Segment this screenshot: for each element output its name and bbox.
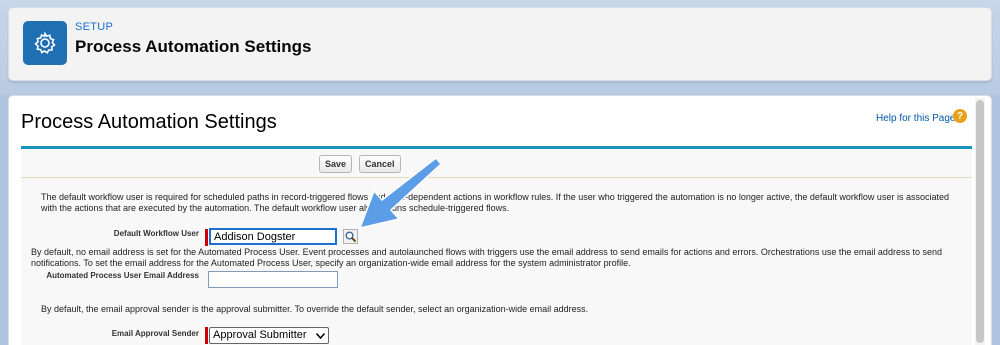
automated-process-user-description: By default, no email address is set for … xyxy=(31,247,942,268)
scrollbar[interactable] xyxy=(975,98,985,345)
save-button[interactable]: Save xyxy=(319,155,353,173)
settings-block: Save Cancel The default workflow user is… xyxy=(21,146,972,345)
email-approval-sender-value: Approval Submitter xyxy=(213,329,307,341)
scrollbar-thumb[interactable] xyxy=(976,100,984,343)
help-icon[interactable]: ? xyxy=(953,109,967,123)
required-indicator xyxy=(205,327,208,344)
chevron-down-icon xyxy=(316,332,325,339)
button-row: Save Cancel xyxy=(21,149,972,178)
default-workflow-user-description: The default workflow user is required fo… xyxy=(41,192,949,213)
help-link[interactable]: Help for this Page xyxy=(876,113,956,124)
main-panel: Process Automation Settings Help for thi… xyxy=(8,95,992,345)
page-title: Process Automation Settings xyxy=(21,111,277,133)
page-header: SETUP Process Automation Settings xyxy=(8,7,992,81)
default-workflow-user-label: Default Workflow User xyxy=(113,229,199,238)
cancel-button[interactable]: Cancel xyxy=(359,155,401,173)
email-approval-sender-select[interactable]: Approval Submitter xyxy=(209,327,329,344)
default-workflow-user-input[interactable]: Addison Dogster xyxy=(209,228,337,245)
setup-eyebrow: SETUP xyxy=(75,21,114,33)
automated-process-user-email-label: Automated Process User Email Address xyxy=(46,271,199,280)
header-title: Process Automation Settings xyxy=(75,37,312,56)
required-indicator xyxy=(205,229,208,246)
gear-icon xyxy=(23,21,67,65)
email-approval-sender-label: Email Approval Sender xyxy=(111,329,199,338)
email-approval-sender-description: By default, the email approval sender is… xyxy=(41,304,589,314)
automated-process-user-email-input[interactable] xyxy=(208,271,338,288)
magnifier-icon[interactable] xyxy=(343,229,358,244)
